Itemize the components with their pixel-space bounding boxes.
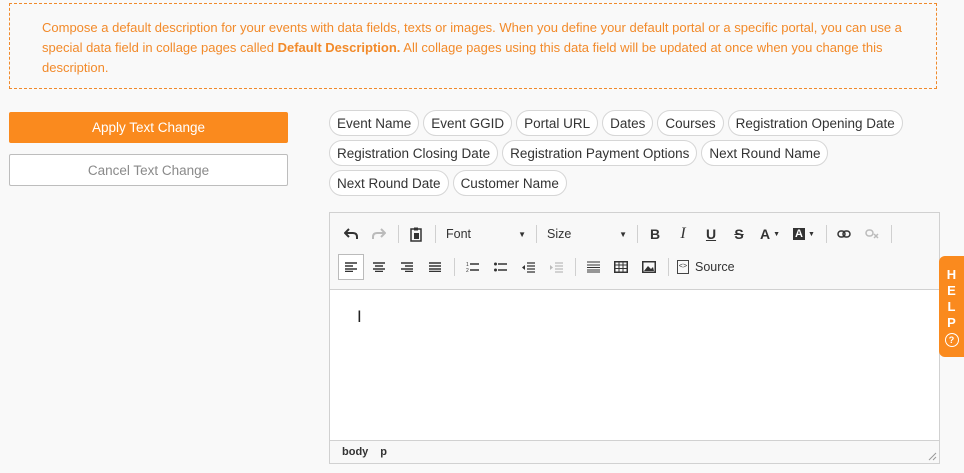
italic-icon[interactable]: I (670, 221, 696, 247)
paste-icon[interactable] (403, 221, 429, 247)
size-select-label: Size (547, 227, 572, 241)
chip-next-round-name[interactable]: Next Round Name (701, 140, 829, 166)
underline-icon[interactable]: U (698, 221, 724, 247)
editor-content-area[interactable]: I (330, 290, 939, 441)
question-mark-icon: ? (944, 333, 959, 347)
toolbar-separator (668, 258, 669, 276)
font-select[interactable]: Font ▼ (440, 221, 532, 247)
help-letter: H (946, 267, 957, 282)
chip-customer-name[interactable]: Customer Name (452, 170, 567, 196)
text-color-icon[interactable]: A ▼ (754, 221, 786, 247)
image-icon[interactable] (636, 254, 662, 280)
horizontal-rule-icon[interactable] (580, 254, 606, 280)
help-tab[interactable]: H E L P ? (939, 256, 964, 357)
chip-registration-payment-options[interactable]: Registration Payment Options (502, 140, 698, 166)
strikethrough-icon[interactable]: S (726, 221, 752, 247)
chip-row: Event Name Event GGID Portal URL Dates C… (329, 110, 929, 140)
background-color-icon[interactable]: A ▼ (788, 221, 820, 247)
size-select[interactable]: Size ▼ (541, 221, 633, 247)
align-right-icon[interactable] (394, 254, 420, 280)
resize-handle-icon[interactable] (928, 452, 937, 461)
align-left-icon[interactable] (338, 254, 364, 280)
toolbar-separator (536, 225, 537, 243)
font-select-label: Font (446, 227, 472, 241)
editor-status-bar: body p (330, 440, 939, 463)
undo-icon[interactable] (338, 221, 364, 247)
justify-icon[interactable] (422, 254, 448, 280)
svg-text:2: 2 (466, 268, 469, 273)
source-icon: <> (677, 260, 689, 274)
toolbar-separator (826, 225, 827, 243)
outdent-icon[interactable] (515, 254, 541, 280)
chip-portal-url[interactable]: Portal URL (516, 110, 599, 136)
chip-row: Next Round Date Customer Name (329, 170, 929, 200)
chip-registration-opening-date[interactable]: Registration Opening Date (727, 110, 903, 136)
indent-icon[interactable] (543, 254, 569, 280)
toolbar-separator (398, 225, 399, 243)
table-icon[interactable] (608, 254, 634, 280)
chevron-down-icon: ▼ (518, 229, 526, 239)
path-body[interactable]: body (342, 446, 368, 458)
info-notice: Compose a default description for your e… (9, 3, 937, 89)
data-field-chips: Event Name Event GGID Portal URL Dates C… (329, 110, 929, 200)
toolbar-separator (575, 258, 576, 276)
link-icon[interactable] (831, 221, 857, 247)
rich-text-editor: Font ▼ Size ▼ B I U S A ▼ A ▼ 1 2 <> Sou… (329, 212, 940, 464)
source-label: Source (695, 260, 735, 274)
toolbar-row-2: 12 <> Source (338, 253, 739, 281)
redo-icon[interactable] (366, 221, 392, 247)
numbered-list-icon[interactable]: 12 (459, 254, 485, 280)
toolbar-row-1: Font ▼ Size ▼ B I U S A ▼ A ▼ (338, 220, 896, 248)
chip-next-round-date[interactable]: Next Round Date (329, 170, 449, 196)
chip-event-name[interactable]: Event Name (329, 110, 420, 136)
bold-icon[interactable]: B (642, 221, 668, 247)
chip-row: Registration Closing Date Registration P… (329, 140, 929, 170)
align-center-icon[interactable] (366, 254, 392, 280)
help-letter: E (947, 283, 956, 298)
apply-text-change-button[interactable]: Apply Text Change (9, 112, 288, 143)
help-letter: L (947, 299, 956, 314)
chip-dates[interactable]: Dates (602, 110, 654, 136)
source-button[interactable]: <> Source (673, 254, 739, 280)
bullet-list-icon[interactable] (487, 254, 513, 280)
chip-courses[interactable]: Courses (657, 110, 724, 136)
toolbar-separator (637, 225, 638, 243)
toolbar-separator (435, 225, 436, 243)
chevron-down-icon: ▼ (619, 229, 627, 239)
toolbar-separator (454, 258, 455, 276)
text-cursor-icon: I (357, 307, 362, 326)
cancel-text-change-button[interactable]: Cancel Text Change (9, 154, 288, 186)
info-text-bold: Default Description. (277, 40, 401, 55)
chip-registration-closing-date[interactable]: Registration Closing Date (329, 140, 499, 166)
unlink-icon[interactable] (859, 221, 885, 247)
editor-toolbar: Font ▼ Size ▼ B I U S A ▼ A ▼ 1 2 <> Sou… (330, 213, 939, 290)
chip-event-ggid[interactable]: Event GGID (423, 110, 513, 136)
path-p[interactable]: p (380, 446, 387, 458)
help-letter: P (947, 315, 956, 330)
toolbar-separator (891, 225, 892, 243)
